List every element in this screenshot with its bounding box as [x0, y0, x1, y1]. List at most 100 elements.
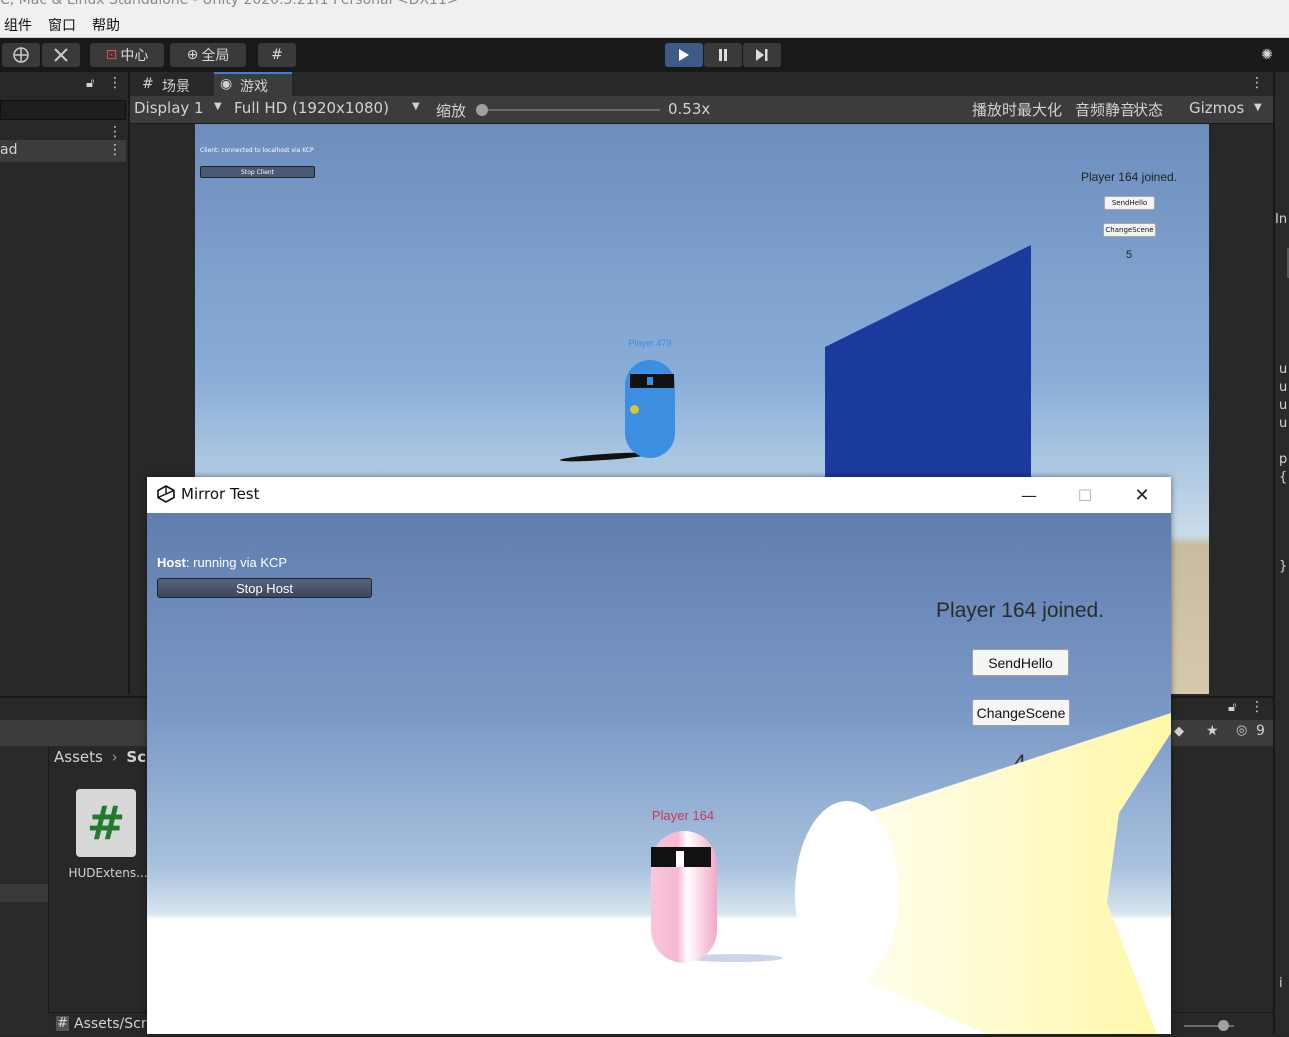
inspector-text-1: u — [1279, 362, 1288, 377]
scale-label: 缩放 — [436, 102, 467, 120]
stop-client-button[interactable]: Stop Client — [200, 166, 315, 178]
icon-size-slider-thumb[interactable] — [1218, 1020, 1229, 1031]
pivot-icon: ⊡ — [105, 47, 118, 63]
display-select[interactable]: Display 1 — [134, 99, 204, 117]
stop-host-button[interactable]: Stop Host — [157, 578, 372, 598]
maximize-button[interactable]: ☐ — [1056, 477, 1114, 513]
menu-bar: 组件 窗口 帮助 — [0, 12, 1289, 38]
chevron-down-icon[interactable]: ▼ — [1254, 102, 1262, 113]
window-title: C, Mac & Linux Standalone - Unity 2020.3… — [0, 0, 459, 8]
transform-icon — [13, 47, 29, 63]
mirror-send-hello-button[interactable]: SendHello — [972, 649, 1069, 676]
favorite-star-icon[interactable]: ★ — [1206, 723, 1219, 739]
scene-more-icon[interactable]: ⋮ — [108, 124, 122, 140]
inspector-panel: In u u u u p { } i — [1273, 72, 1289, 1034]
host-status: Host: running via KCP — [157, 555, 287, 570]
counter-value: 5 — [1125, 249, 1133, 261]
main-toolbar: ⊡ 中心 ⊕ 全局 # ✺ — [0, 38, 1289, 72]
global-local-button[interactable]: ⊕ 全局 — [170, 43, 246, 67]
mirror-player-visor-gap — [676, 851, 684, 867]
pause-button[interactable] — [704, 43, 742, 67]
hierarchy-scene-row[interactable]: ad ⋮ — [0, 140, 126, 162]
maximize-icon: ☐ — [1077, 485, 1093, 505]
mirror-player-capsule — [651, 831, 717, 963]
inspector-text-2: u — [1279, 380, 1288, 395]
gizmos-toggle[interactable]: Gizmos — [1189, 99, 1244, 117]
game-view-tabs: # 场景 ◉ 游戏 ⋮ — [130, 72, 1273, 96]
csharp-script-icon[interactable]: # — [76, 789, 136, 857]
inspector-text-8: i — [1279, 976, 1283, 991]
scene-tab-icon: # — [142, 76, 154, 92]
game-view-menu-icon[interactable]: ⋮ — [1250, 75, 1264, 91]
close-icon: ✕ — [1134, 484, 1150, 506]
client-status: Client: connected to localhost via KCP — [200, 147, 314, 154]
close-button[interactable]: ✕ — [1113, 477, 1171, 513]
pause-icon — [719, 49, 727, 61]
lock-icon[interactable]: 🔓︎ — [1228, 700, 1236, 715]
tab-scene[interactable]: # 场景 — [134, 72, 212, 96]
inspector-text-6: { — [1279, 470, 1288, 485]
step-icon — [756, 49, 768, 61]
hidden-eye-icon[interactable]: ◎ — [1236, 723, 1247, 738]
scene-row-menu-icon[interactable]: ⋮ — [108, 142, 122, 158]
inspector-text-5: p — [1279, 452, 1288, 467]
tab-scene-label: 场景 — [162, 79, 190, 95]
player-name-label: Player 479 — [628, 338, 672, 348]
asset-name-label[interactable]: HUDExtens... — [68, 866, 148, 880]
label-filter-icon[interactable]: ◆ — [1174, 724, 1184, 739]
move-tool-button[interactable] — [2, 43, 40, 67]
unity-logo-icon — [157, 485, 175, 503]
inspector-text-3: u — [1279, 398, 1288, 413]
scale-slider-track[interactable] — [482, 109, 660, 111]
send-hello-button[interactable]: SendHello — [1104, 196, 1155, 210]
host-status-text: : running via KCP — [185, 555, 288, 570]
script-icon: # — [56, 1016, 69, 1031]
step-button[interactable] — [743, 43, 781, 67]
more-menu-icon[interactable]: ⋮ — [108, 75, 122, 91]
change-scene-button[interactable]: ChangeScene — [1103, 223, 1156, 237]
inspector-text-4: u — [1279, 416, 1288, 431]
mute-audio-toggle[interactable]: 音频静音 — [1075, 99, 1135, 120]
breadcrumb-assets[interactable]: Assets — [54, 748, 103, 766]
play-icon — [679, 49, 689, 61]
project-menu-icon[interactable]: ⋮ — [1250, 699, 1264, 715]
stats-toggle[interactable]: 状态 — [1133, 99, 1163, 120]
mirror-window-title: Mirror Test — [181, 485, 260, 503]
maximize-on-play-toggle[interactable]: 播放时最大化 — [972, 99, 1062, 120]
tab-game-label: 游戏 — [240, 79, 268, 95]
settings-button[interactable]: ✺ — [1250, 43, 1284, 67]
hierarchy-panel: 🔓︎ ⋮ ⋮ ad ⋮ — [0, 72, 130, 694]
blue-wall — [825, 245, 1031, 479]
grid-snap-button[interactable]: # — [258, 43, 296, 67]
menu-window[interactable]: 窗口 — [48, 15, 76, 35]
hierarchy-search-input[interactable] — [0, 100, 126, 120]
grid-icon: # — [271, 47, 283, 63]
minimize-button[interactable]: — — [1000, 477, 1058, 513]
resolution-select[interactable]: Full HD (1920x1080) — [234, 99, 389, 117]
chevron-down-icon: ▼ — [214, 101, 222, 112]
player-capsule — [625, 360, 675, 458]
player-dot — [630, 405, 639, 414]
pivot-center-button[interactable]: ⊡ 中心 — [90, 43, 164, 67]
folder-tree-selected-row[interactable] — [0, 884, 48, 902]
gear-icon: ✺ — [1261, 47, 1273, 63]
menu-component[interactable]: 组件 — [4, 15, 32, 35]
menu-help[interactable]: 帮助 — [92, 15, 120, 35]
scale-value: 0.53x — [668, 100, 711, 118]
mirror-test-window: Mirror Test — ☐ ✕ Host: running via KCP … — [147, 477, 1171, 1034]
globe-icon: ⊕ — [186, 47, 199, 63]
mirror-joined-message: Player 164 joined. — [935, 599, 1105, 622]
joined-message: Player 164 joined. — [1080, 170, 1178, 184]
footer-path: Assets/Scr — [74, 1016, 147, 1032]
mirror-window-titlebar[interactable]: Mirror Test — ☐ ✕ — [147, 477, 1171, 513]
wrench-icon — [54, 48, 68, 62]
mirror-game-canvas[interactable]: Host: running via KCP Stop Host Player 1… — [147, 513, 1171, 1034]
light-cone — [795, 713, 1171, 1034]
tab-game[interactable]: ◉ 游戏 — [214, 72, 292, 96]
lock-icon[interactable]: 🔓︎ — [86, 76, 94, 91]
tools-button[interactable] — [42, 43, 80, 67]
play-button[interactable] — [665, 43, 703, 67]
minimize-icon: — — [1021, 485, 1037, 505]
host-label: Host — [157, 555, 186, 570]
scale-slider-thumb[interactable] — [476, 104, 488, 116]
